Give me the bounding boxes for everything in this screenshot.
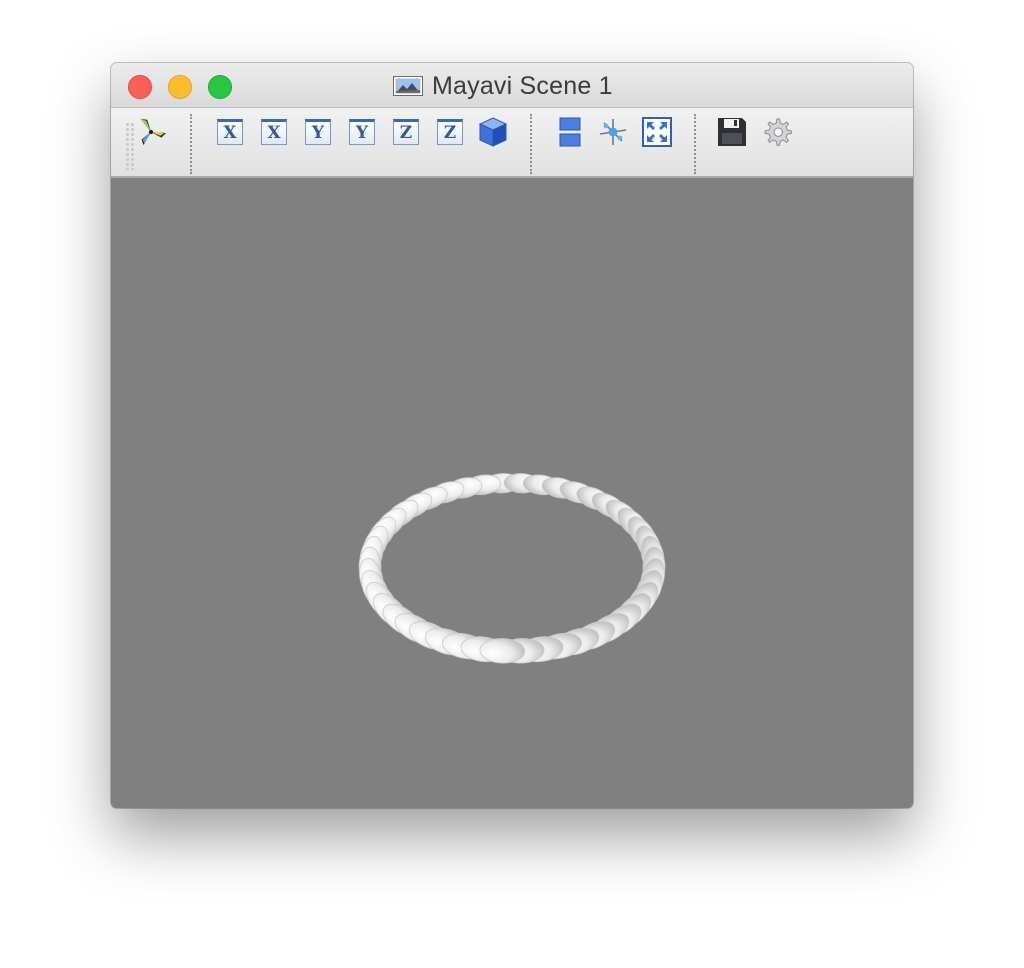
toolbar-separator <box>694 114 696 174</box>
view-y-reverse-icon: Y <box>349 119 375 145</box>
isometric-view-button[interactable] <box>477 116 509 148</box>
mayavi-window: Mayavi Scene 1 X X Y Y Z Z <box>111 63 913 808</box>
view-z-icon: Z <box>393 119 419 145</box>
zoom-button[interactable] <box>208 75 232 99</box>
view-z-reverse-icon: Z <box>437 119 463 145</box>
full-screen-icon <box>642 117 672 147</box>
axis-label: X <box>223 122 237 143</box>
scene-toolbar: X X Y Y Z Z <box>111 108 913 178</box>
full-screen-button[interactable] <box>641 116 673 148</box>
view-z-reverse-button[interactable]: Z <box>434 116 466 148</box>
axis-label: Y <box>311 122 325 143</box>
scene-viewport[interactable] <box>111 178 913 808</box>
view-x-reverse-icon: X <box>261 119 287 145</box>
view-y-button[interactable]: Y <box>302 116 334 148</box>
torus-object <box>358 473 666 664</box>
split-panels-button[interactable] <box>554 116 586 148</box>
axes-indicator-icon <box>599 119 627 145</box>
axis-label: Z <box>399 122 413 143</box>
view-x-reverse-button[interactable]: X <box>258 116 290 148</box>
isometric-cube-icon <box>478 117 508 147</box>
view-y-icon: Y <box>305 119 331 145</box>
view-x-icon: X <box>217 119 243 145</box>
mayavi-logo-button[interactable] <box>135 116 167 148</box>
scene-image-icon <box>393 76 423 96</box>
toolbar-grip-handle[interactable] <box>125 122 135 170</box>
view-z-button[interactable]: Z <box>390 116 422 148</box>
window-title-text: Mayavi Scene 1 <box>432 71 613 100</box>
save-button[interactable] <box>716 116 748 148</box>
settings-button[interactable] <box>761 116 793 148</box>
title-bar[interactable]: Mayavi Scene 1 <box>111 63 913 108</box>
axis-label: X <box>267 122 281 143</box>
save-floppy-icon <box>718 118 746 146</box>
axes-indicator-button[interactable] <box>597 116 629 148</box>
split-panels-icon <box>559 117 581 147</box>
axis-label: Y <box>355 122 369 143</box>
toolbar-separator <box>530 114 532 174</box>
settings-gear-icon <box>764 118 792 146</box>
close-button[interactable] <box>128 75 152 99</box>
window-title: Mayavi Scene 1 <box>393 71 613 101</box>
minimize-button[interactable] <box>168 75 192 99</box>
view-y-reverse-button[interactable]: Y <box>346 116 378 148</box>
view-x-button[interactable]: X <box>214 116 246 148</box>
mayavi-logo-icon <box>140 118 167 146</box>
toolbar-separator <box>190 114 192 174</box>
axis-label: Z <box>443 122 457 143</box>
